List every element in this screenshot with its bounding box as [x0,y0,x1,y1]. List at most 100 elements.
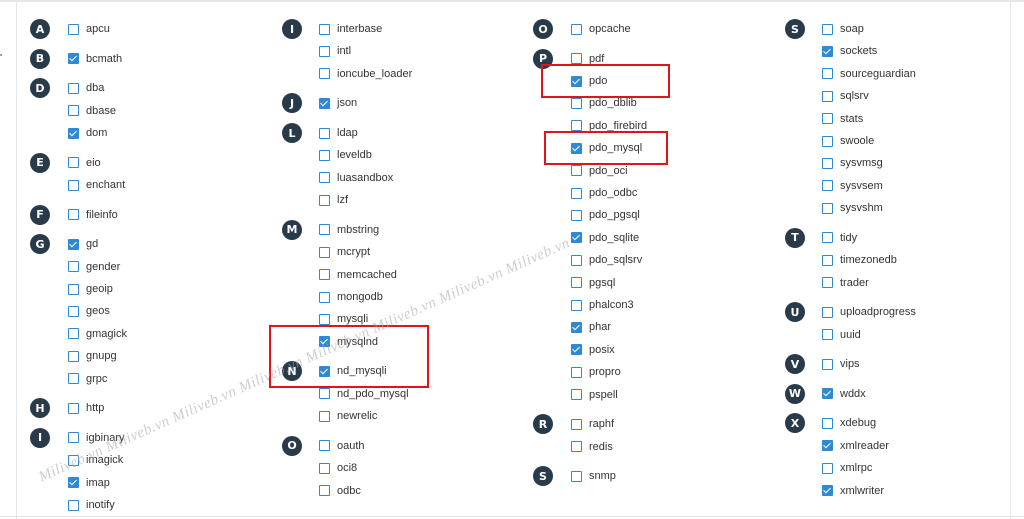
checkbox[interactable] [822,277,833,289]
checkbox[interactable] [822,388,833,400]
checkbox[interactable] [822,358,833,370]
extension-pspell[interactable]: pspell [571,386,618,404]
checkbox[interactable] [319,410,330,422]
extension-nd-mysqli[interactable]: nd_mysqli [319,362,387,380]
checkbox[interactable] [68,238,79,250]
checkbox[interactable] [822,23,833,35]
extension-pdo-firebird[interactable]: pdo_firebird [571,117,647,135]
checkbox[interactable] [571,277,582,289]
extension-raphf[interactable]: raphf [571,415,614,433]
checkbox[interactable] [822,485,833,497]
checkbox[interactable] [822,90,833,102]
checkbox[interactable] [822,180,833,192]
extension-intl[interactable]: intl [319,42,351,60]
extension-nd-pdo-mysql[interactable]: nd_pdo_mysql [319,385,409,403]
checkbox[interactable] [822,135,833,147]
checkbox[interactable] [571,232,582,244]
checkbox[interactable] [68,23,79,35]
extension-imap[interactable]: imap [68,474,110,492]
checkbox[interactable] [68,477,79,489]
checkbox[interactable] [571,254,582,266]
extension-propro[interactable]: propro [571,363,621,381]
extension-pdo-sqlite[interactable]: pdo_sqlite [571,229,639,247]
extension-pdo-dblib[interactable]: pdo_dblib [571,94,637,112]
extension-sysvmsg[interactable]: sysvmsg [822,154,883,172]
extension-leveldb[interactable]: leveldb [319,146,372,164]
checkbox[interactable] [571,321,582,333]
extension-pdo-mysql[interactable]: pdo_mysql [571,139,642,157]
extension-swoole[interactable]: swoole [822,132,874,150]
checkbox[interactable] [571,344,582,356]
checkbox[interactable] [319,365,330,377]
extension-gender[interactable]: gender [68,258,120,276]
checkbox[interactable] [68,402,79,414]
extension-odbc[interactable]: odbc [319,482,361,500]
extension-timezonedb[interactable]: timezonedb [822,251,897,269]
extension-xmlwriter[interactable]: xmlwriter [822,482,884,500]
checkbox[interactable] [571,165,582,177]
extension-pdo-odbc[interactable]: pdo_odbc [571,184,637,202]
extension-oauth[interactable]: oauth [319,437,365,455]
checkbox[interactable] [822,113,833,125]
extension-gd[interactable]: gd [68,235,98,253]
checkbox[interactable] [822,157,833,169]
checkbox[interactable] [571,299,582,311]
extension-oci8[interactable]: oci8 [319,459,357,477]
extension-vips[interactable]: vips [822,355,860,373]
checkbox[interactable] [822,329,833,341]
checkbox[interactable] [571,187,582,199]
checkbox[interactable] [319,127,330,139]
extension-stats[interactable]: stats [822,110,863,128]
checkbox[interactable] [571,53,582,65]
extension-dba[interactable]: dba [68,79,104,97]
checkbox[interactable] [319,269,330,281]
extension-wddx[interactable]: wddx [822,385,866,403]
checkbox[interactable] [571,23,582,35]
extension-gnupg[interactable]: gnupg [68,347,117,365]
extension-soap[interactable]: soap [822,20,864,38]
checkbox[interactable] [571,97,582,109]
extension-http[interactable]: http [68,399,104,417]
checkbox[interactable] [68,157,79,169]
checkbox[interactable] [319,97,330,109]
extension-xmlreader[interactable]: xmlreader [822,437,889,455]
extension-mbstring[interactable]: mbstring [319,221,379,239]
checkbox[interactable] [68,53,79,65]
extension-trader[interactable]: trader [822,274,869,292]
checkbox[interactable] [319,194,330,206]
checkbox[interactable] [319,485,330,497]
extension-posix[interactable]: posix [571,341,615,359]
extension-sqlsrv[interactable]: sqlsrv [822,87,869,105]
extension-ldap[interactable]: ldap [319,124,358,142]
checkbox[interactable] [319,440,330,452]
extension-redis[interactable]: redis [571,438,613,456]
checkbox[interactable] [68,283,79,295]
extension-enchant[interactable]: enchant [68,176,125,194]
checkbox[interactable] [68,82,79,94]
extension-luasandbox[interactable]: luasandbox [319,169,393,187]
extension-pdo-sqlsrv[interactable]: pdo_sqlsrv [571,251,642,269]
checkbox[interactable] [822,202,833,214]
checkbox[interactable] [319,149,330,161]
extension-geoip[interactable]: geoip [68,280,113,298]
checkbox[interactable] [822,462,833,474]
checkbox[interactable] [68,179,79,191]
extension-newrelic[interactable]: newrelic [319,407,377,425]
checkbox[interactable] [319,462,330,474]
extension-pdo-pgsql[interactable]: pdo_pgsql [571,206,640,224]
extension-tidy[interactable]: tidy [822,229,857,247]
checkbox[interactable] [68,305,79,317]
checkbox[interactable] [822,68,833,80]
checkbox[interactable] [68,209,79,221]
extension-pdo[interactable]: pdo [571,72,607,90]
checkbox[interactable] [571,75,582,87]
extension-xdebug[interactable]: xdebug [822,414,876,432]
extension-sockets[interactable]: sockets [822,42,877,60]
extension-sourceguardian[interactable]: sourceguardian [822,65,916,83]
extension-dom[interactable]: dom [68,124,107,142]
checkbox[interactable] [571,418,582,430]
checkbox[interactable] [822,440,833,452]
extension-json[interactable]: json [319,94,357,112]
extension-phar[interactable]: phar [571,318,611,336]
extension-pgsql[interactable]: pgsql [571,274,615,292]
